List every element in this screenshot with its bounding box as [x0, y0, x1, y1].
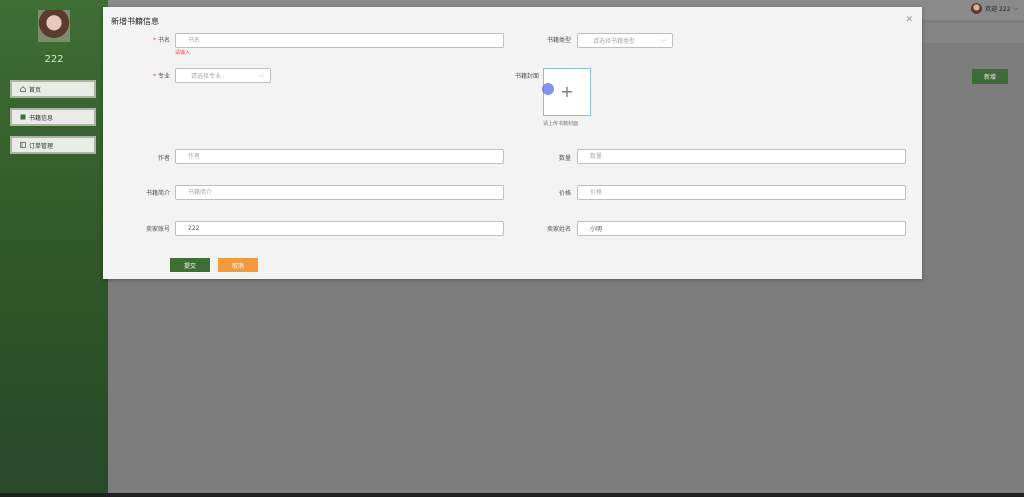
seller-account-label: 卖家账号	[145, 226, 170, 233]
tab-bar	[922, 23, 1024, 43]
price-label: 价格	[558, 190, 571, 197]
close-icon[interactable]: ✕	[905, 15, 913, 25]
category-placeholder: 请选择书籍类型	[593, 38, 636, 45]
major-label: * 专业	[153, 73, 170, 80]
user-menu[interactable]: 欢迎 222 ⌵	[971, 3, 1018, 14]
dialog-title: 新增书籍信息	[111, 17, 159, 26]
book-name-label: * 书名	[153, 37, 170, 44]
quantity-label: 数量	[558, 155, 571, 162]
avatar	[38, 10, 70, 42]
add-book-dialog: 新增书籍信息 ✕ * 书名 请输入 书籍类型 请选择书籍类型 ⌵ * 专业 请选…	[103, 7, 922, 279]
sidebar-item-books[interactable]: 书籍信息	[10, 108, 96, 126]
cover-upload-hint: 请上传书籍封面	[543, 121, 579, 127]
book-icon	[20, 114, 26, 120]
order-icon	[20, 142, 26, 148]
author-label: 作者	[157, 155, 170, 162]
book-name-input[interactable]	[175, 33, 504, 48]
category-select[interactable]: 请选择书籍类型 ⌵	[577, 33, 673, 48]
intro-input[interactable]	[175, 185, 504, 200]
sidebar: 222 首页 书籍信息 订单管理	[0, 0, 108, 493]
cover-label: 书籍封面	[514, 73, 539, 80]
author-input[interactable]	[175, 149, 504, 164]
home-icon	[20, 86, 26, 92]
sidebar-item-label: 订单管理	[29, 142, 54, 150]
cursor-indicator	[542, 83, 554, 95]
category-label: 书籍类型	[546, 37, 571, 44]
sidebar-username: 222	[44, 54, 64, 65]
quantity-input[interactable]	[577, 149, 906, 164]
chevron-down-icon: ⌵	[258, 71, 264, 79]
welcome-text: 欢迎 222	[985, 6, 1011, 13]
price-input[interactable]	[577, 185, 906, 200]
sidebar-item-orders[interactable]: 订单管理	[10, 136, 96, 154]
seller-name-input[interactable]	[577, 221, 906, 236]
cancel-button[interactable]: 取消	[218, 258, 258, 272]
book-name-error: 请输入	[175, 50, 191, 56]
submit-button[interactable]: 提交	[170, 258, 210, 272]
chevron-down-icon: ⌵	[1013, 4, 1018, 12]
sidebar-item-label: 书籍信息	[29, 114, 54, 122]
seller-account-input[interactable]	[175, 221, 504, 236]
major-placeholder: 请选择专业	[191, 73, 222, 80]
seller-name-label: 卖家姓名	[546, 226, 571, 233]
add-button[interactable]: 新增	[972, 69, 1008, 84]
sidebar-item-home[interactable]: 首页	[10, 80, 96, 98]
intro-label: 书籍简介	[145, 190, 170, 197]
user-avatar	[971, 3, 983, 14]
bottom-border	[0, 493, 1024, 497]
chevron-down-icon: ⌵	[660, 36, 666, 44]
major-select[interactable]: 请选择专业 ⌵	[175, 68, 271, 83]
sidebar-item-label: 首页	[29, 86, 42, 94]
